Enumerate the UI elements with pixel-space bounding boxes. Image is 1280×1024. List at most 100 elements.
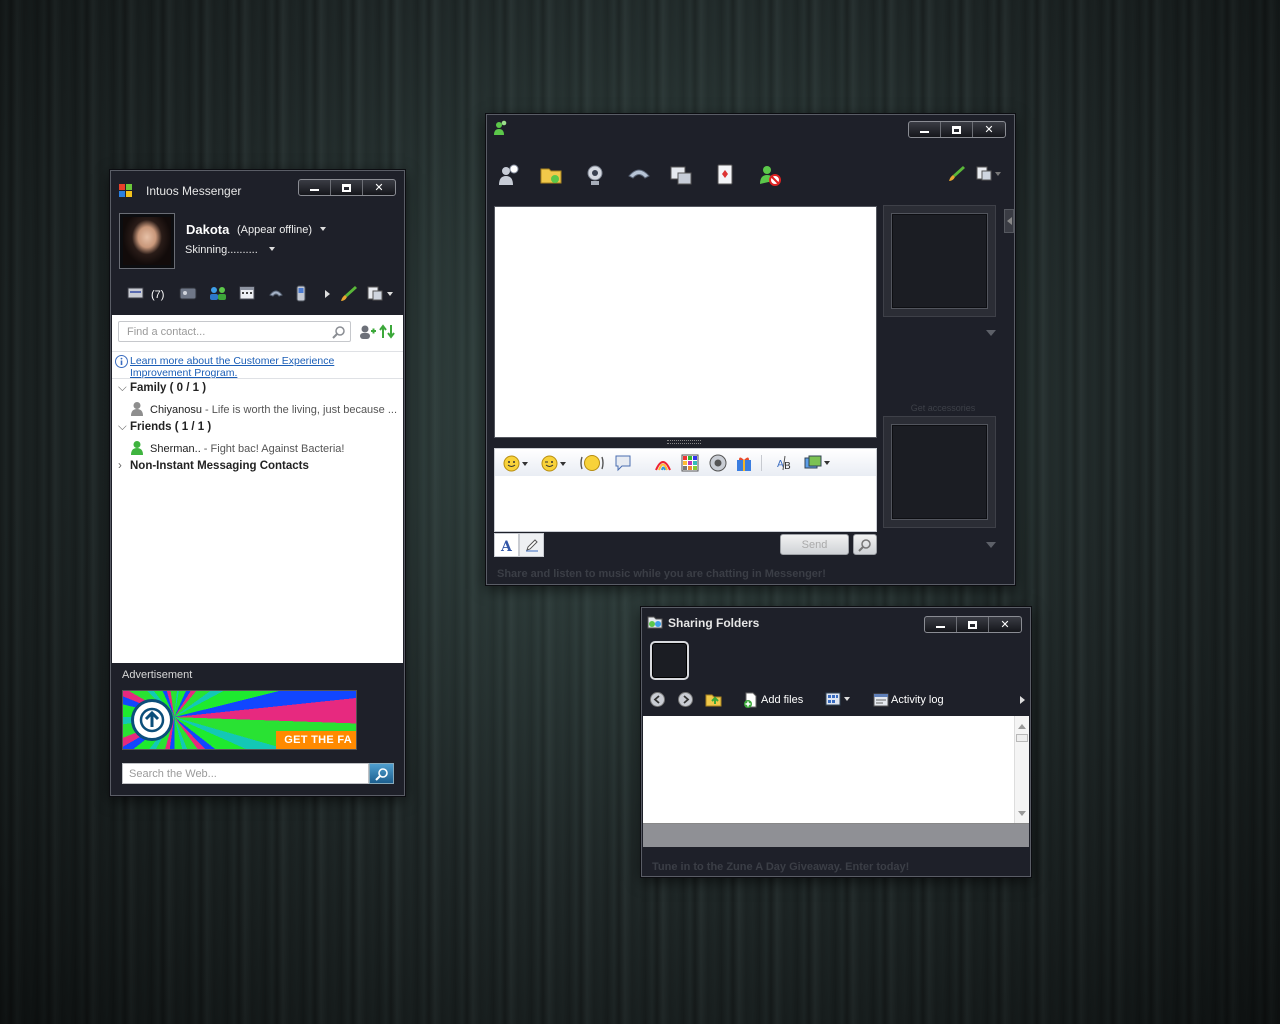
game-card-icon bbox=[717, 164, 733, 185]
messenger-titlebar[interactable]: Intuos Messenger ✕ bbox=[111, 171, 404, 198]
close-button[interactable]: ✕ bbox=[363, 180, 395, 195]
chevron-right-icon bbox=[325, 290, 330, 298]
call-button[interactable] bbox=[267, 286, 285, 302]
more-options-arrow[interactable] bbox=[1020, 696, 1025, 704]
wink-icon bbox=[541, 455, 558, 472]
chevron-right-icon: › bbox=[118, 460, 122, 472]
contact-card-button[interactable] bbox=[179, 285, 197, 301]
group-non-im[interactable]: › Non-Instant Messaging Contacts bbox=[118, 460, 309, 472]
font-button[interactable]: A bbox=[494, 533, 519, 557]
sharing-toolbar: Add files Activity log bbox=[642, 689, 1030, 711]
my-dp-dropdown-icon[interactable] bbox=[986, 542, 996, 548]
splitter-grip[interactable] bbox=[667, 440, 701, 444]
scroll-down-icon[interactable] bbox=[1018, 807, 1026, 819]
send-photo-button[interactable] bbox=[804, 454, 830, 472]
sharing-bottom-message[interactable]: Tune in to the Zune A Day Giveaway. Ente… bbox=[652, 861, 909, 873]
group-friends[interactable]: ⌵ Friends ( 1 / 1 ) bbox=[118, 421, 211, 434]
shared-files-list[interactable] bbox=[643, 716, 1029, 824]
minimize-button[interactable] bbox=[925, 617, 957, 632]
video-call-button[interactable] bbox=[583, 163, 607, 187]
send-files-button[interactable] bbox=[540, 163, 564, 187]
sort-arrows-icon bbox=[379, 324, 395, 339]
search-button[interactable] bbox=[853, 534, 877, 555]
photos-icon bbox=[804, 455, 822, 469]
add-files-button[interactable]: Add files bbox=[761, 694, 803, 706]
minimize-button[interactable] bbox=[909, 122, 941, 137]
conversation-history[interactable] bbox=[494, 206, 877, 438]
background-button[interactable] bbox=[681, 454, 699, 472]
add-contact-button[interactable] bbox=[358, 324, 376, 340]
get-accessories-link[interactable]: Get accessories bbox=[883, 403, 1003, 413]
contact-item[interactable]: Chiyanosu - Life is worth the living, ju… bbox=[130, 401, 400, 416]
info-link[interactable]: Learn more about the Customer Experience… bbox=[130, 355, 350, 379]
games-button[interactable] bbox=[239, 286, 255, 300]
group-family[interactable]: ⌵ Family ( 0 / 1 ) bbox=[118, 382, 206, 395]
activities-button[interactable] bbox=[669, 163, 693, 187]
handwriting-button[interactable] bbox=[519, 533, 544, 557]
wink-button[interactable] bbox=[541, 455, 566, 472]
toolbar-separator bbox=[761, 455, 762, 471]
wink-anim-button[interactable] bbox=[654, 454, 672, 472]
conversation-toolbar bbox=[487, 159, 1014, 193]
sound-button[interactable] bbox=[709, 454, 727, 472]
gift-button[interactable] bbox=[735, 454, 753, 472]
invite-button[interactable] bbox=[497, 163, 521, 187]
user-status[interactable]: (Appear offline) bbox=[237, 224, 327, 236]
web-search-input[interactable]: Search the Web... bbox=[122, 763, 369, 784]
scroll-up-icon[interactable] bbox=[1018, 720, 1026, 732]
back-button[interactable] bbox=[650, 692, 665, 707]
more-options-arrow[interactable] bbox=[325, 290, 330, 298]
conversation-bottom-message[interactable]: Share and listen to music while you are … bbox=[497, 568, 826, 580]
my-display-picture[interactable] bbox=[883, 416, 996, 528]
search-icon[interactable] bbox=[332, 325, 346, 342]
invite-contact-icon bbox=[499, 164, 519, 185]
maximize-button[interactable] bbox=[957, 617, 989, 632]
maximize-button[interactable] bbox=[941, 122, 973, 137]
user-name[interactable]: Dakota bbox=[186, 222, 229, 237]
show-menu-button[interactable] bbox=[367, 286, 393, 301]
voice-clip-button[interactable] bbox=[614, 454, 632, 472]
color-scheme-button[interactable] bbox=[948, 165, 966, 182]
contact-item[interactable]: Sherman.. - Fight bac! Against Bacteria! bbox=[130, 440, 400, 455]
forward-button[interactable] bbox=[678, 692, 693, 707]
pencil-icon bbox=[525, 539, 538, 552]
scroll-thumb[interactable] bbox=[1016, 734, 1028, 742]
sharing-folder-icon bbox=[647, 615, 663, 629]
back-arrow-icon bbox=[650, 692, 665, 707]
view-options-button[interactable] bbox=[825, 692, 850, 706]
minimize-button[interactable] bbox=[299, 180, 331, 195]
add-group-button[interactable] bbox=[209, 286, 227, 301]
conversation-titlebar[interactable]: ✕ bbox=[487, 115, 1014, 141]
show-menu-button[interactable] bbox=[976, 166, 1001, 181]
display-picture[interactable] bbox=[119, 213, 175, 269]
nudge-button[interactable] bbox=[579, 454, 605, 472]
mobile-button[interactable] bbox=[296, 285, 306, 302]
close-button[interactable]: ✕ bbox=[973, 122, 1005, 137]
personal-message[interactable]: Skinning.......... bbox=[185, 244, 275, 256]
games-button[interactable] bbox=[715, 163, 737, 187]
color-scheme-button[interactable] bbox=[340, 285, 358, 302]
message-compose-input[interactable] bbox=[494, 476, 877, 532]
contact-tile[interactable] bbox=[650, 641, 689, 680]
translate-button[interactable]: AB bbox=[776, 454, 794, 472]
formatting-toolbar: AB bbox=[494, 448, 877, 477]
block-button[interactable] bbox=[758, 163, 782, 187]
contact-display-picture[interactable] bbox=[883, 205, 996, 317]
inbox-button[interactable] bbox=[127, 286, 144, 300]
send-button[interactable]: Send bbox=[780, 534, 849, 555]
sort-contacts-button[interactable] bbox=[379, 324, 395, 339]
file-list-scrollbar[interactable] bbox=[1014, 716, 1029, 823]
collapse-side-panel-button[interactable] bbox=[1004, 209, 1014, 233]
maximize-button[interactable] bbox=[331, 180, 363, 195]
web-search-button[interactable] bbox=[369, 763, 394, 784]
ad-panel: Advertisement GET THE FA Search the Web.… bbox=[112, 663, 403, 794]
up-folder-button[interactable] bbox=[705, 692, 722, 707]
close-button[interactable]: ✕ bbox=[989, 617, 1021, 632]
emoticon-button[interactable] bbox=[503, 455, 528, 472]
call-button[interactable] bbox=[626, 163, 652, 187]
ad-banner[interactable]: GET THE FA bbox=[122, 690, 357, 750]
contact-search-input[interactable]: Find a contact... bbox=[118, 321, 351, 342]
contact-dp-dropdown-icon[interactable] bbox=[986, 330, 996, 336]
activity-log-button[interactable]: Activity log bbox=[891, 694, 944, 706]
sharing-titlebar[interactable]: Sharing Folders ✕ bbox=[642, 608, 1030, 634]
